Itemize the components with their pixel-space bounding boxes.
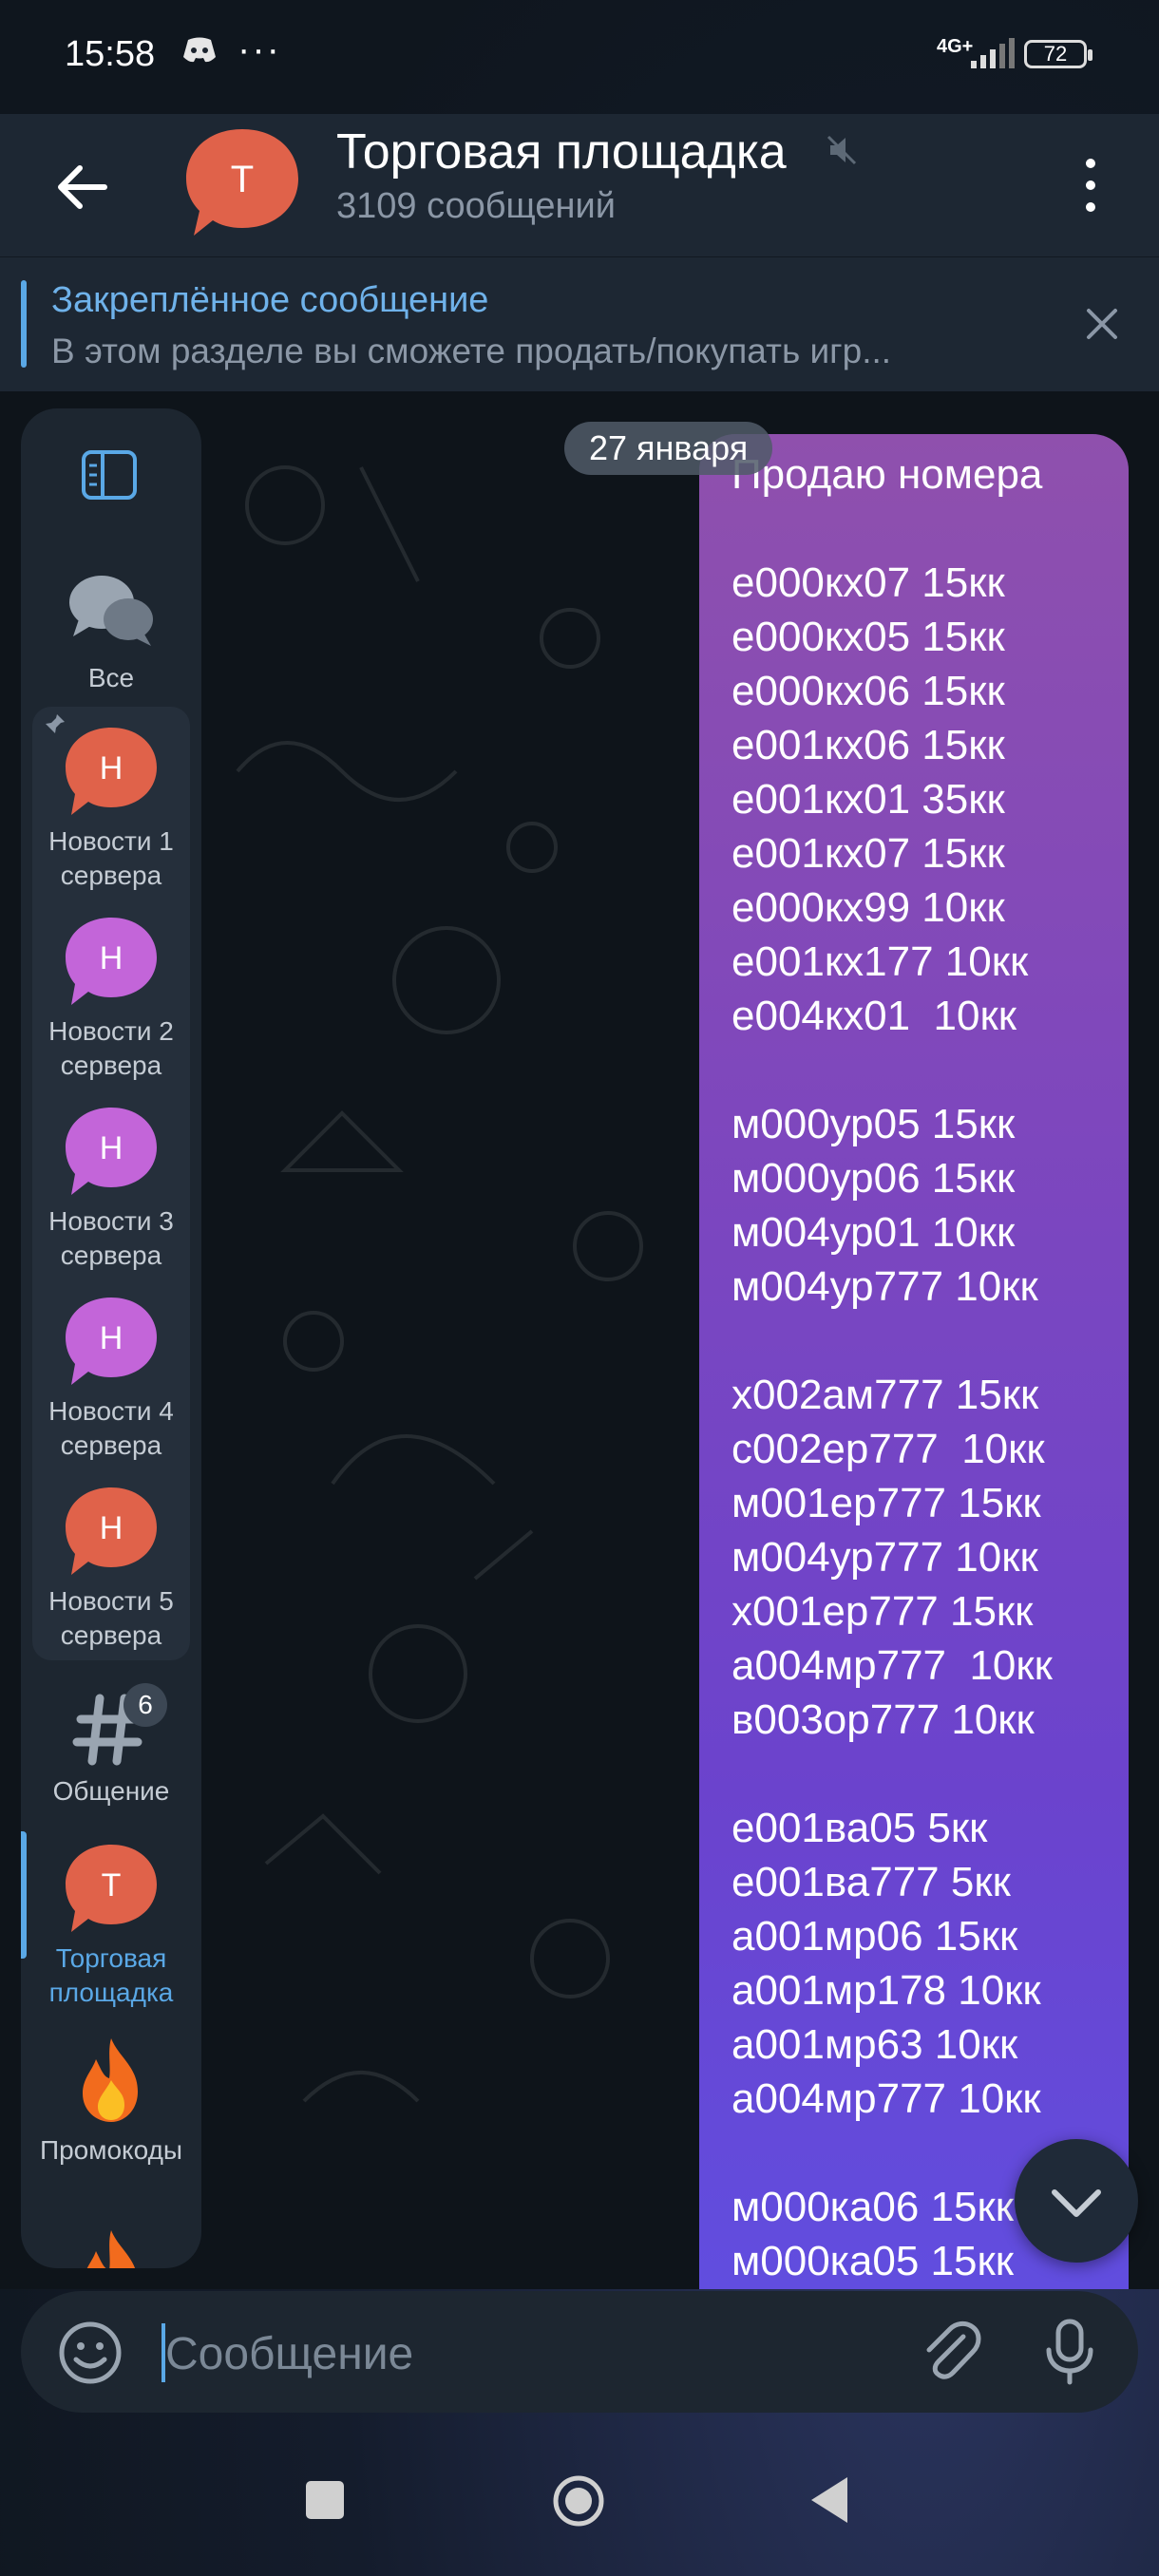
svg-text:Н: Н [100,1510,124,1546]
sidebar-item-label: Новости 4 сервера [48,1396,174,1460]
message-bubble[interactable]: Продаю номера е000кх07 15кк е000кх05 15к… [699,434,1129,2289]
date-separator: 27 января [564,422,773,475]
scroll-down-button[interactable] [1015,2139,1138,2263]
sidebar-toggle-icon[interactable] [80,448,139,502]
home-button[interactable] [551,2473,606,2529]
back-arrow-icon[interactable] [49,154,116,220]
recents-button[interactable] [306,2481,344,2519]
sidebar-item-promo[interactable]: Промокоды [21,2033,201,2168]
svg-text:Н: Н [100,1130,124,1166]
muted-icon [826,135,857,165]
message-count: 3109 сообщений [336,186,616,226]
pinned-preview: В этом разделе вы сможете продать/покупа… [51,331,892,370]
sidebar-item-label: Торговая площадка [48,1943,174,2007]
news-4-avatar: Н [66,1297,157,1385]
sidebar-item-label: Новости 5 сервера [48,1586,174,1650]
battery-icon: 72 [1024,40,1092,68]
pinned-title: Закреплённое сообщение [51,280,489,320]
status-time: 15:58 [65,34,156,74]
message-input[interactable] [163,2320,908,2388]
svg-text:Т: Т [102,1867,122,1904]
news-1-avatar: Н [66,728,157,815]
trade-avatar: Т [66,1845,157,1932]
network-type: 4G+ [937,36,974,57]
fire-icon [86,2230,136,2268]
chat-header: Т Торговая площадка 3109 сообщений [0,114,1159,256]
signal-icon [971,38,1015,68]
svg-text:Т: Т [231,159,254,200]
sidebar-item-news-1[interactable]: Н Новости 1 сервера [21,724,201,893]
sidebar-item-label: Новости 1 сервера [48,826,174,890]
back-button[interactable] [808,2473,851,2527]
sidebar-item-news-5[interactable]: Н Новости 5 сервера [21,1484,201,1653]
emoji-icon[interactable] [57,2320,124,2386]
sidebar-item-news-4[interactable]: Н Новости 4 сервера [21,1294,201,1463]
sidebar-item-label: Промокоды [39,2135,183,2165]
system-nav-bar [0,2432,1159,2576]
chats-icon [69,576,153,646]
fire-icon [83,2038,138,2122]
chat-title[interactable]: Торговая площадка [336,123,787,180]
sidebar-item-label: Все [87,663,135,692]
pinned-indicator [21,280,27,368]
sidebar-item-label: Новости 2 сервера [48,1016,174,1080]
telegram-app: 15:58 ··· 4G+ 72 Т Торговая площадка 310… [0,0,1159,2576]
sidebar-item-all[interactable]: Все [21,560,201,695]
discord-icon [183,37,216,63]
composer [21,2291,1138,2413]
pinned-message[interactable]: Закреплённое сообщение В этом разделе вы… [0,256,1159,392]
svg-text:Н: Н [100,750,124,786]
svg-text:Н: Н [100,940,124,976]
chat-avatar[interactable]: Т [182,123,302,243]
paperclip-icon[interactable] [914,2316,986,2388]
message-text: Продаю номера е000кх07 15кк е000кх05 15к… [732,451,1053,2284]
close-icon[interactable] [1083,305,1121,343]
sidebar-item-label: Общение [52,1776,170,1806]
sidebar-item-news-2[interactable]: Н Новости 2 сервера [21,914,201,1083]
news-3-avatar: Н [66,1108,157,1195]
status-more-dots: ··· [238,28,281,70]
more-menu-icon[interactable] [1074,154,1108,217]
sidebar-item-trade[interactable]: Т Торговая площадка [21,1841,201,2010]
sidebar-item-news-3[interactable]: Н Новости 3 сервера [21,1104,201,1273]
sidebar-item-label: Новости 3 сервера [48,1206,174,1270]
status-bar: 15:58 ··· 4G+ 72 [0,0,1159,114]
microphone-icon[interactable] [1034,2316,1106,2388]
battery-level: 72 [1043,42,1068,66]
news-2-avatar: Н [66,918,157,1005]
folder-sidebar: Все Н Новости 1 сервера Н Новости 2 серв… [21,408,201,2268]
news-5-avatar: Н [66,1487,157,1575]
svg-text:Н: Н [100,1320,124,1356]
unread-badge: 6 [124,1683,167,1727]
sidebar-item-general[interactable]: Общение [21,1689,201,1809]
chevron-down-icon [1052,2189,1101,2217]
